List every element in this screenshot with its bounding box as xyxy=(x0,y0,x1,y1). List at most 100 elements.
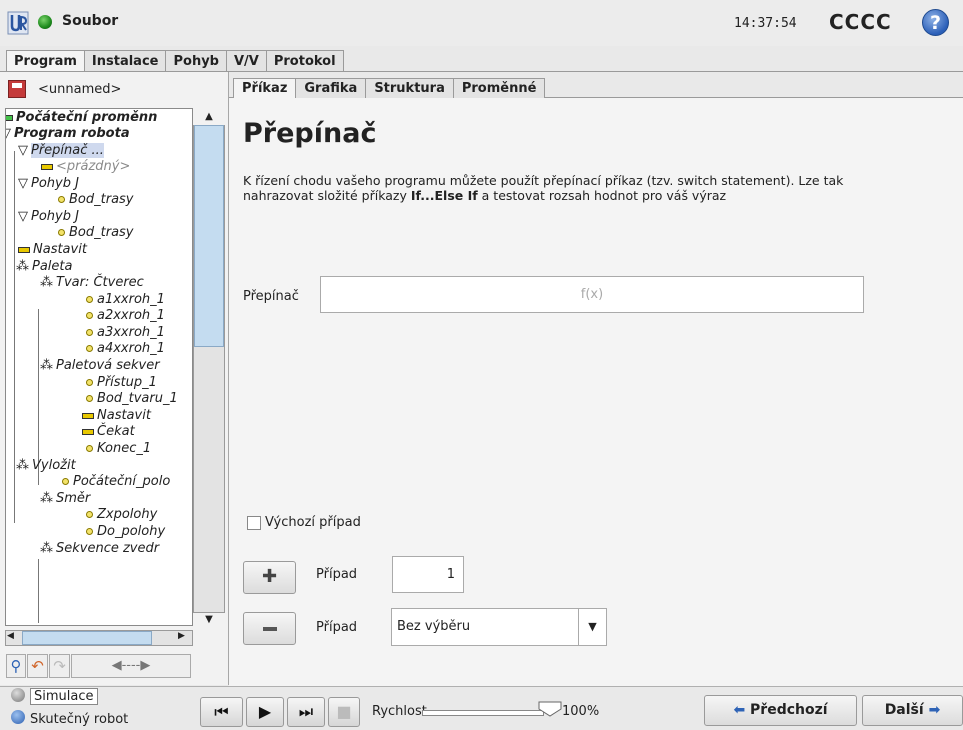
tab-command[interactable]: Příkaz xyxy=(233,78,297,98)
tab-io[interactable]: V/V xyxy=(225,50,267,71)
tree-item[interactable]: Bod_tvaru_1 xyxy=(86,391,178,407)
skip-back-icon: ⏮ xyxy=(214,702,229,721)
step-button[interactable]: ⏭ xyxy=(287,697,325,727)
save-icon[interactable] xyxy=(8,80,26,98)
tree-item[interactable]: ⁂ Paletová sekver xyxy=(40,358,160,374)
triangle-down-icon: ▽ xyxy=(18,176,28,191)
waypoint-icon xyxy=(86,312,93,319)
speed-slider[interactable] xyxy=(422,710,544,716)
rewind-button[interactable]: ⏮ xyxy=(200,697,243,727)
tree-item[interactable]: ⁂ Paleta xyxy=(16,259,72,275)
simulation-radio[interactable] xyxy=(11,688,25,702)
tree-item[interactable]: ⁂ Tvar: Čtverec xyxy=(40,275,144,291)
tree-item[interactable]: Nastavit xyxy=(82,408,151,424)
tree-horizontal-scroll-thumb[interactable] xyxy=(22,631,152,645)
scroll-up-icon[interactable]: ▲ xyxy=(199,109,219,125)
skip-forward-icon: ⏭ xyxy=(298,702,314,721)
pallet-icon: ⁂ xyxy=(16,259,29,274)
tab-structure[interactable]: Struktura xyxy=(365,78,454,98)
pallet-icon: ⁂ xyxy=(40,541,53,556)
main-tabs: Program Instalace Pohyb V/V Protokol xyxy=(6,50,344,72)
tree-item[interactable]: Nastavit xyxy=(18,242,87,258)
next-button[interactable]: Další ➡ xyxy=(862,695,963,726)
yellow-bar-icon xyxy=(82,428,94,435)
tree-item[interactable]: Do_polohy xyxy=(86,524,165,540)
arrow-left-icon: ⬅ xyxy=(733,702,746,718)
tree-item[interactable]: Konec_1 xyxy=(86,441,151,457)
tree-item[interactable]: ⁂ Směr xyxy=(40,491,90,507)
tree-item[interactable]: ▽Program robota xyxy=(6,126,130,142)
previous-button[interactable]: ⬅ Předchozí xyxy=(704,695,857,726)
tab-variables[interactable]: Proměnné xyxy=(452,78,546,98)
tab-installation[interactable]: Instalace xyxy=(83,50,167,71)
triangle-down-icon: ▽ xyxy=(6,126,11,142)
tab-log[interactable]: Protokol xyxy=(265,50,344,71)
waypoint-icon xyxy=(86,345,93,352)
file-menu[interactable]: Soubor xyxy=(62,13,118,29)
plus-icon: ✚ xyxy=(261,566,278,587)
tree-item[interactable]: Čekat xyxy=(82,424,135,440)
tree-item[interactable]: Zxpolohy xyxy=(86,507,157,523)
move-node-icon[interactable]: ◀----▶ xyxy=(71,654,191,678)
chevron-down-icon[interactable]: ▼ xyxy=(578,609,606,645)
speed-label: Rychlost xyxy=(372,704,427,719)
search-icon[interactable]: ⚲ xyxy=(6,654,26,678)
tree-item-selected[interactable]: ▽ Přepínač ... xyxy=(18,143,104,159)
real-robot-label[interactable]: Skutečný robot xyxy=(30,712,128,727)
tree-item[interactable]: Bod_trasy xyxy=(58,192,134,208)
speed-value: 100% xyxy=(562,704,600,719)
case-value-input[interactable]: 1 xyxy=(392,556,464,593)
scroll-left-icon[interactable]: ◀ xyxy=(7,631,14,641)
tree-item[interactable]: a2xxroh_1 xyxy=(86,308,165,324)
play-icon: ▶ xyxy=(258,702,272,721)
stop-button[interactable]: ■ xyxy=(328,697,360,727)
scroll-down-icon[interactable]: ▼ xyxy=(199,612,219,628)
yellow-bar-icon xyxy=(41,163,53,170)
case-label: Případ xyxy=(316,620,358,635)
remove-case-button[interactable] xyxy=(243,612,296,645)
yellow-bar-icon xyxy=(18,246,30,253)
waypoint-icon xyxy=(58,229,65,236)
pallet-icon: ⁂ xyxy=(40,358,53,373)
tree-item[interactable]: Bod_trasy xyxy=(58,225,134,241)
speed-slider-thumb[interactable] xyxy=(538,701,562,717)
tree-item[interactable]: Počáteční_polo xyxy=(62,474,170,490)
default-case-checkbox[interactable] xyxy=(247,516,261,530)
play-button[interactable]: ▶ xyxy=(246,697,284,727)
tab-move[interactable]: Pohyb xyxy=(165,50,227,71)
tree-item[interactable]: ⁂ Sekvence zvedr xyxy=(40,541,159,557)
yellow-bar-icon xyxy=(82,412,94,419)
program-tree[interactable]: Počáteční proměnn ▽Program robota ▽Přepí… xyxy=(5,108,193,626)
simulation-label[interactable]: Simulace xyxy=(30,688,98,705)
tree-item[interactable]: ⁂ Vyložit xyxy=(16,458,76,474)
tree-item[interactable]: a3xxroh_1 xyxy=(86,325,165,341)
tree-vertical-scroll-thumb[interactable] xyxy=(194,125,224,347)
sub-tabs: Příkaz Grafika Struktura Proměnné xyxy=(233,78,546,98)
undo-icon[interactable]: ↶ xyxy=(27,654,48,678)
pallet-icon: ⁂ xyxy=(40,491,53,506)
stop-icon: ■ xyxy=(336,702,352,721)
tree-item[interactable]: <prázdný> xyxy=(41,159,130,175)
arrow-right-icon: ➡ xyxy=(928,702,941,718)
default-case-label: Výchozí případ xyxy=(265,515,361,530)
tree-connector xyxy=(14,151,15,283)
scroll-right-icon[interactable]: ▶ xyxy=(178,631,185,641)
tree-item[interactable]: a4xxroh_1 xyxy=(86,341,165,357)
tree-item[interactable]: Přístup_1 xyxy=(86,375,157,391)
case-label: Případ xyxy=(316,567,358,582)
page-title: Přepínač xyxy=(243,118,377,149)
tree-item[interactable]: ▽ Pohyb J xyxy=(18,209,79,225)
top-bar xyxy=(0,0,963,46)
tree-item[interactable]: Počáteční proměnn xyxy=(6,110,157,126)
tree-connector xyxy=(38,309,39,405)
redo-icon[interactable]: ↷ xyxy=(49,654,70,678)
status-indicator-icon xyxy=(38,15,52,29)
add-case-button[interactable]: ✚ xyxy=(243,561,296,594)
real-robot-radio[interactable] xyxy=(11,710,25,724)
tab-graphics[interactable]: Grafika xyxy=(295,78,367,98)
tree-item[interactable]: a1xxroh_1 xyxy=(86,292,165,308)
switch-expression-input[interactable]: f(x) xyxy=(320,276,864,313)
tab-program[interactable]: Program xyxy=(6,50,85,72)
help-button[interactable]: ? xyxy=(922,9,949,36)
tree-item[interactable]: ▽ Pohyb J xyxy=(18,176,79,192)
